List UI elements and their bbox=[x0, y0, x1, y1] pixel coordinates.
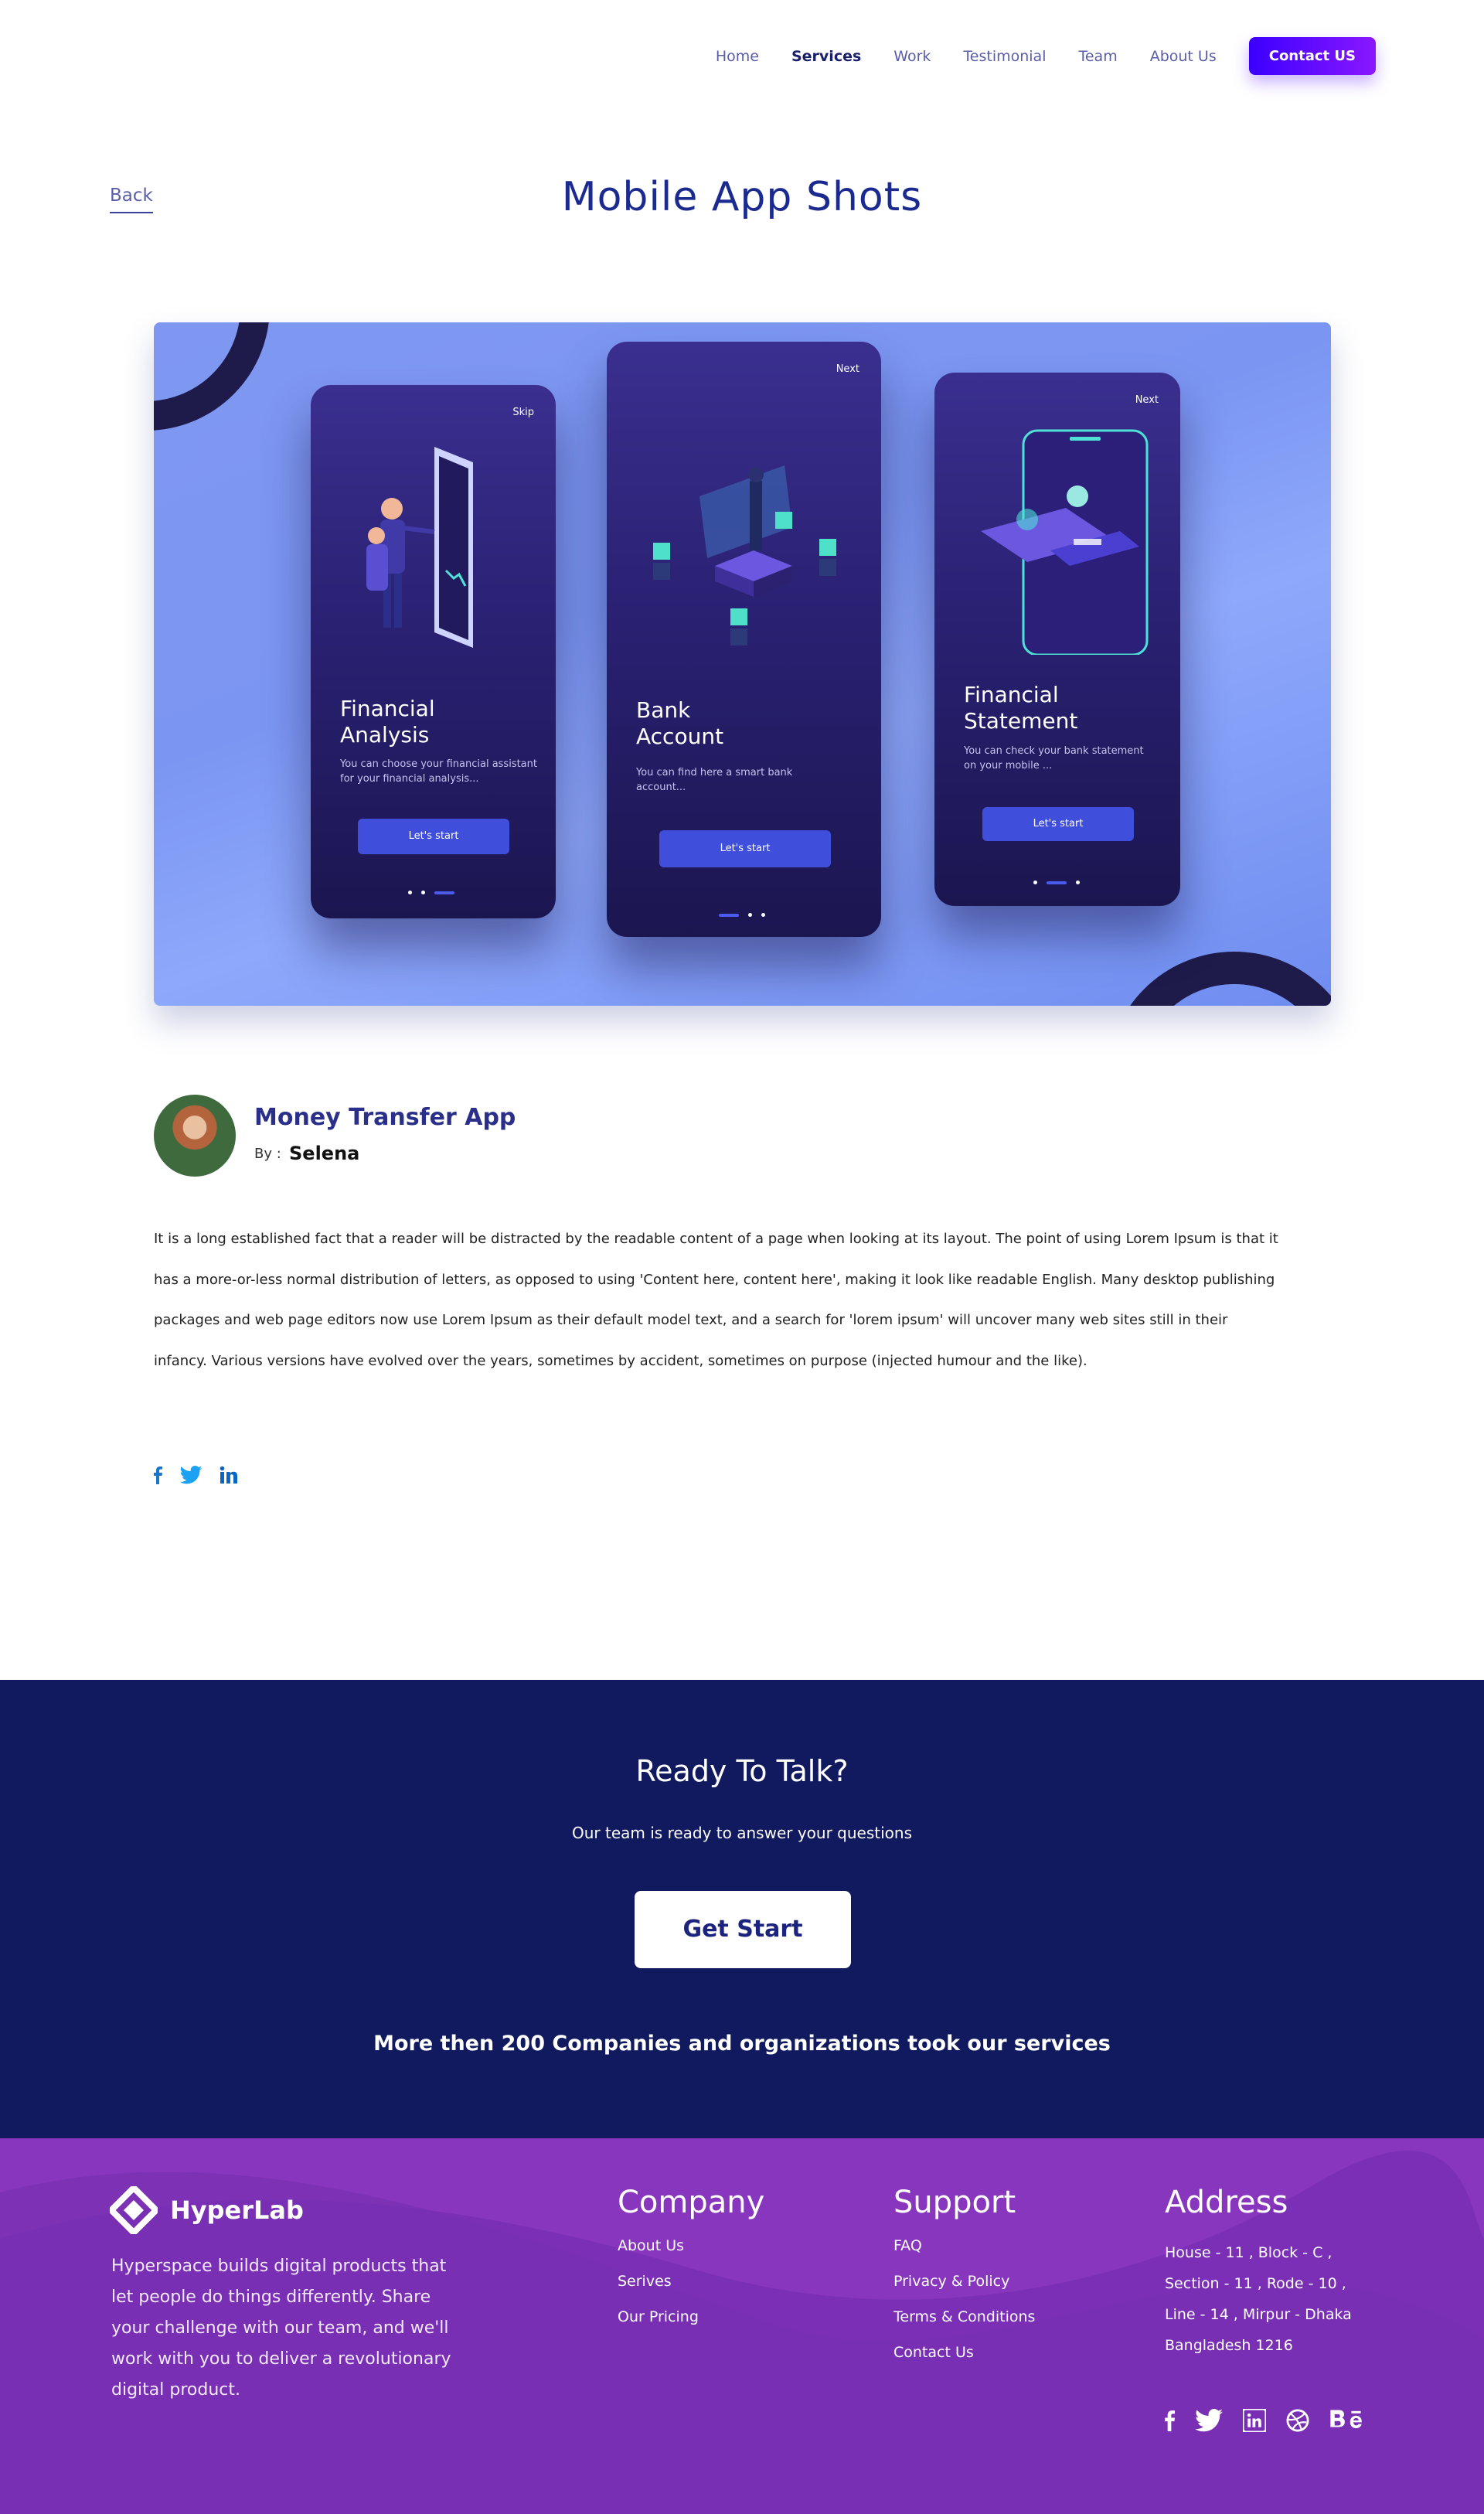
nav-services[interactable]: Services bbox=[791, 48, 861, 65]
phone-mockup-financial-analysis: Skip Financial Analysis You can choose yo… bbox=[311, 385, 556, 918]
nav-work[interactable]: Work bbox=[893, 48, 931, 65]
phone-title: Bank Account bbox=[636, 697, 724, 749]
companies-text: More then 200 Companies and organization… bbox=[373, 2032, 1111, 2056]
twitter-icon[interactable] bbox=[1195, 2407, 1223, 2434]
footer-company-column: Company About Us Serives Our Pricing bbox=[618, 2185, 764, 2344]
phone-title: Financial Statement bbox=[964, 682, 1078, 734]
nav-about-us[interactable]: About Us bbox=[1150, 48, 1217, 65]
by-label: By : bbox=[254, 1146, 281, 1162]
address-text: House - 11 , Block - C , Section - 11 , … bbox=[1165, 2244, 1352, 2354]
linkedin-icon[interactable] bbox=[220, 1465, 238, 1485]
phone-mockup-financial-statement: Next Financial Statement You can check yo… bbox=[934, 373, 1180, 906]
footer-link-our-pricing[interactable]: Our Pricing bbox=[618, 2308, 764, 2325]
pager-dots bbox=[408, 891, 454, 894]
support-heading: Support bbox=[893, 2185, 1016, 2220]
facebook-icon[interactable] bbox=[1164, 2407, 1175, 2434]
author-avatar bbox=[154, 1095, 236, 1177]
cta-section: Ready To Talk? Our team is ready to answ… bbox=[0, 1680, 1484, 2138]
lets-start-button: Let's start bbox=[358, 819, 509, 854]
analysis-illustration bbox=[366, 447, 473, 648]
footer-link-terms-conditions[interactable]: Terms & Conditions bbox=[893, 2308, 1035, 2325]
hero-showcase-image: Skip Financial Analysis You can choose yo… bbox=[154, 322, 1331, 1006]
main-nav: Home Services Work Testimonial Team Abou… bbox=[716, 37, 1376, 75]
footer-link-faq[interactable]: FAQ bbox=[893, 2237, 1035, 2254]
lets-start-button: Let's start bbox=[982, 807, 1134, 841]
behance-icon[interactable] bbox=[1329, 2407, 1365, 2434]
skip-label: Skip bbox=[512, 407, 534, 418]
dribbble-icon[interactable] bbox=[1286, 2407, 1309, 2434]
bank-illustration bbox=[653, 465, 836, 646]
pager-dots bbox=[719, 913, 765, 917]
decorative-arc bbox=[1107, 952, 1331, 1006]
linkedin-icon[interactable] bbox=[1243, 2407, 1266, 2434]
phone-text: You can choose your financial assistant f… bbox=[340, 758, 537, 785]
footer-social-icons bbox=[1164, 2407, 1365, 2434]
brand-name: HyperLab bbox=[170, 2195, 304, 2225]
footer-link-privacy-policy[interactable]: Privacy & Policy bbox=[893, 2273, 1035, 2290]
footer-link-about-us[interactable]: About Us bbox=[618, 2237, 764, 2254]
share-icons bbox=[153, 1465, 238, 1485]
lets-start-button: Let's start bbox=[659, 830, 831, 867]
next-label: Next bbox=[1135, 394, 1159, 406]
decorative-arc bbox=[154, 322, 270, 431]
footer-about-text: Hyperspace builds digital products that … bbox=[111, 2257, 451, 2400]
get-start-button[interactable]: Get Start bbox=[635, 1891, 851, 1968]
cta-title: Ready To Talk? bbox=[635, 1754, 849, 1788]
pager-dots bbox=[1033, 881, 1080, 884]
facebook-icon[interactable] bbox=[153, 1465, 162, 1485]
next-label: Next bbox=[836, 363, 859, 375]
author-name: Selena bbox=[289, 1143, 360, 1164]
phone-text: You can find here a smart bank account... bbox=[636, 767, 793, 793]
phone-title: Financial Analysis bbox=[340, 696, 435, 748]
footer-link-contact-us[interactable]: Contact Us bbox=[893, 2344, 1035, 2361]
footer-link-services[interactable]: Serives bbox=[618, 2273, 764, 2290]
nav-home[interactable]: Home bbox=[716, 48, 759, 65]
contact-us-button[interactable]: Contact US bbox=[1248, 37, 1376, 75]
footer-address-column: Address House - 11 , Block - C , Section… bbox=[1165, 2185, 1373, 2361]
statement-illustration bbox=[981, 429, 1149, 655]
cta-subtitle: Our team is ready to answer your questio… bbox=[572, 1824, 912, 1842]
nav-testimonial[interactable]: Testimonial bbox=[963, 48, 1046, 65]
brand-logo[interactable]: HyperLab bbox=[110, 2186, 304, 2234]
project-description: It is a long established fact that a rea… bbox=[154, 1231, 1278, 1369]
nav-team[interactable]: Team bbox=[1078, 48, 1117, 65]
hyperlab-logo-icon bbox=[110, 2186, 158, 2234]
footer-support-column: Support FAQ Privacy & Policy Terms & Con… bbox=[893, 2185, 1035, 2379]
address-heading: Address bbox=[1165, 2185, 1288, 2220]
project-name: Money Transfer App bbox=[254, 1104, 516, 1131]
page-title: Mobile App Shots bbox=[561, 174, 923, 220]
company-heading: Company bbox=[618, 2185, 765, 2220]
phone-text: You can check your bank statement on your… bbox=[964, 745, 1144, 772]
twitter-icon[interactable] bbox=[179, 1465, 203, 1485]
phone-mockup-bank-account: Next Bank Account You can find here a sma… bbox=[607, 342, 881, 937]
footer: HyperLab Hyperspace builds digital produ… bbox=[0, 2138, 1484, 2514]
